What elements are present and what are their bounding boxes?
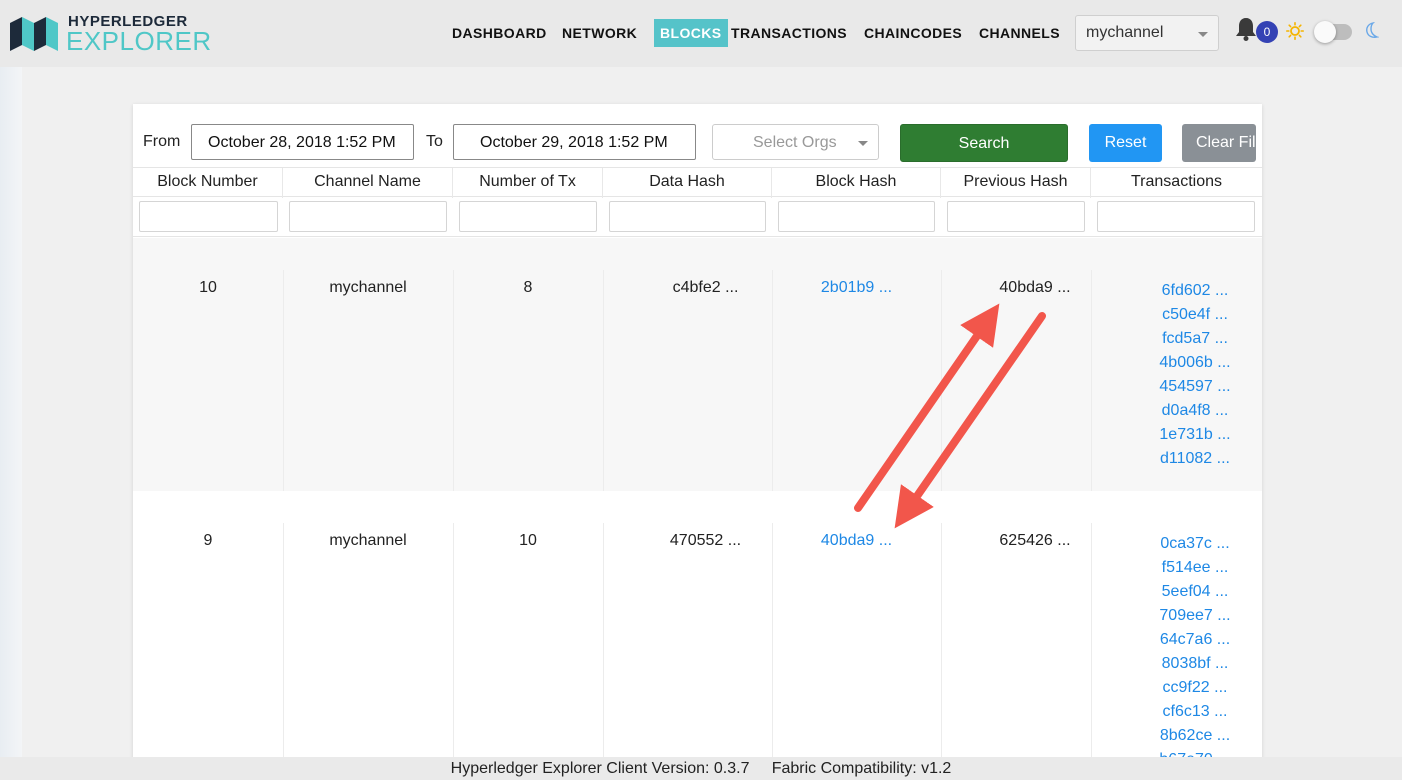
to-label: To [426, 133, 443, 150]
number-of-tx-cell: 8 [523, 279, 533, 296]
to-date-input[interactable]: October 29, 2018 1:52 PM [453, 124, 696, 160]
nav-network[interactable]: NETWORK [562, 19, 637, 47]
transaction-link[interactable]: fcd5a7 ... [1135, 327, 1255, 351]
nav-transactions[interactable]: TRANSACTIONS [731, 19, 847, 47]
version-footer: Hyperledger Explorer Client Version: 0.3… [0, 757, 1402, 780]
column-filter-row [133, 197, 1262, 237]
block-number-cell: 9 [203, 532, 213, 549]
number-of-tx-cell: 10 [519, 532, 537, 549]
block-hash-filter-input[interactable] [778, 201, 935, 232]
transactions-list: 0ca37c ... f514ee ... 5eef04 ... 709ee7 … [1135, 532, 1255, 764]
top-navbar: HYPERLEDGER EXPLORER DASHBOARD NETWORK B… [0, 0, 1402, 67]
channel-name-cell: mychannel [329, 532, 407, 549]
column-header-data-hash[interactable]: Data Hash [603, 168, 772, 198]
transactions-list: 6fd602 ... c50e4f ... fcd5a7 ... 4b006b … [1135, 279, 1255, 471]
data-hash-filter-input[interactable] [609, 201, 766, 232]
channel-name-filter-input[interactable] [289, 201, 447, 232]
table-row: 10 mychannel 8 c4bfe2 ... 2b01b9 ... 40b… [133, 238, 1262, 491]
block-hash-link[interactable]: 2b01b9 ... [772, 279, 941, 297]
transaction-link[interactable]: cc9f22 ... [1135, 676, 1255, 700]
theme-toggle[interactable] [1314, 21, 1352, 43]
data-hash-cell: c4bfe2 ... [672, 279, 739, 296]
channel-select-value: mychannel [1086, 24, 1164, 41]
column-header-channel-name[interactable]: Channel Name [283, 168, 453, 198]
table-header: Block Number Channel Name Number of Tx D… [133, 167, 1262, 198]
channel-name-cell: mychannel [329, 279, 407, 296]
table-row: 9 mychannel 10 470552 ... 40bda9 ... 625… [133, 491, 1262, 764]
transaction-link[interactable]: cf6c13 ... [1135, 700, 1255, 724]
nav-chaincodes[interactable]: CHAINCODES [864, 19, 962, 47]
transaction-link[interactable]: 1e731b ... [1135, 423, 1255, 447]
transaction-link[interactable]: 64c7a6 ... [1135, 628, 1255, 652]
previous-hash-cell: 40bda9 ... [999, 279, 1071, 296]
transaction-link[interactable]: 6fd602 ... [1135, 279, 1255, 303]
blocks-panel: From October 28, 2018 1:52 PM To October… [133, 104, 1262, 764]
hyperledger-logo-icon [10, 17, 58, 51]
notification-count-badge: 0 [1256, 21, 1278, 43]
transaction-link[interactable]: 0ca37c ... [1135, 532, 1255, 556]
number-of-tx-filter-input[interactable] [459, 201, 597, 232]
transaction-link[interactable]: 5eef04 ... [1135, 580, 1255, 604]
sun-icon[interactable] [1286, 22, 1304, 40]
nav-dashboard[interactable]: DASHBOARD [452, 19, 547, 47]
transaction-link[interactable]: 8b62ce ... [1135, 724, 1255, 748]
transaction-link[interactable]: 8038bf ... [1135, 652, 1255, 676]
select-orgs-placeholder: Select Orgs [753, 134, 837, 151]
transaction-link[interactable]: 4b006b ... [1135, 351, 1255, 375]
bell-icon[interactable] [1234, 16, 1258, 42]
select-orgs-dropdown[interactable]: Select Orgs [712, 124, 879, 160]
from-label: From [143, 133, 181, 150]
search-button[interactable]: Search [900, 124, 1068, 162]
transaction-link[interactable]: 709ee7 ... [1135, 604, 1255, 628]
previous-hash-cell: 625426 ... [999, 532, 1071, 549]
block-hash-link[interactable]: 40bda9 ... [772, 532, 941, 550]
caret-down-icon [858, 141, 868, 146]
nav-channels[interactable]: CHANNELS [979, 19, 1060, 47]
column-header-previous-hash[interactable]: Previous Hash [941, 168, 1091, 198]
block-number-cell: 10 [199, 279, 217, 296]
footer-version-text: Hyperledger Explorer Client Version: 0.3… [450, 760, 952, 777]
column-header-block-hash[interactable]: Block Hash [772, 168, 941, 198]
transaction-link[interactable]: c50e4f ... [1135, 303, 1255, 327]
block-number-filter-input[interactable] [139, 201, 278, 232]
transactions-filter-input[interactable] [1097, 201, 1255, 232]
caret-down-icon [1198, 32, 1208, 37]
hyperledger-explorer-logo[interactable]: HYPERLEDGER EXPLORER [10, 12, 220, 56]
column-header-number-of-tx[interactable]: Number of Tx [453, 168, 603, 198]
side-drawer-edge [0, 67, 22, 757]
transaction-link[interactable]: 454597 ... [1135, 375, 1255, 399]
transaction-link[interactable]: d0a4f8 ... [1135, 399, 1255, 423]
column-header-transactions[interactable]: Transactions [1091, 168, 1262, 198]
channel-select[interactable]: mychannel [1075, 15, 1219, 51]
nav-blocks[interactable]: BLOCKS [654, 19, 728, 47]
theme-toggle-knob [1314, 21, 1336, 43]
transaction-link[interactable]: d11082 ... [1135, 447, 1255, 471]
from-date-input[interactable]: October 28, 2018 1:52 PM [191, 124, 414, 160]
clear-filter-button[interactable]: Clear Fil [1182, 124, 1256, 162]
brand-line-2: EXPLORER [66, 26, 212, 56]
previous-hash-filter-input[interactable] [947, 201, 1085, 232]
moon-icon[interactable] [1363, 22, 1379, 40]
column-header-block-number[interactable]: Block Number [133, 168, 283, 198]
data-hash-cell: 470552 ... [669, 532, 742, 549]
transaction-link[interactable]: f514ee ... [1135, 556, 1255, 580]
reset-button[interactable]: Reset [1089, 124, 1162, 162]
